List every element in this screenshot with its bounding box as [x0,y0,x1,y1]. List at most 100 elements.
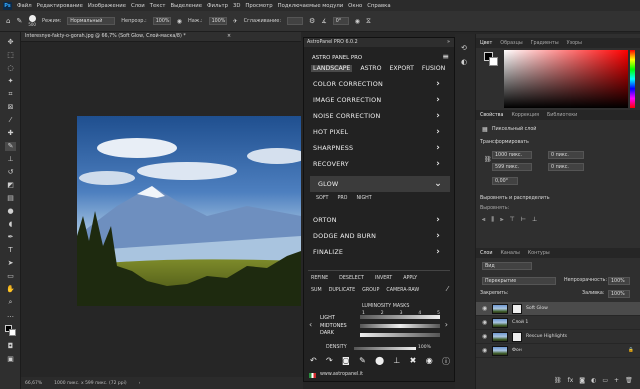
tab-color[interactable]: Цвет [480,41,492,46]
eyedropper-icon[interactable]: ⁄ [447,285,448,293]
dodge-tool-icon[interactable]: ◖ [5,220,16,229]
glow-night-button[interactable]: NIGHT [356,196,371,201]
color-swatches-icon[interactable] [5,325,16,336]
adjustment-layer-icon[interactable]: ◐ [591,377,596,384]
flag-icon[interactable] [309,373,316,378]
tab-export[interactable]: EXPORT [389,65,413,72]
tab-patterns[interactable]: Узоры [567,41,582,46]
menu-hot-pixel[interactable]: HOT PIXEL › [304,124,454,140]
mode-select[interactable]: Нормальный [67,17,116,25]
eye-icon[interactable]: ◉ [482,319,488,326]
marquee-tool-icon[interactable]: ⬚ [5,51,16,60]
trash-icon[interactable]: ✖ [410,356,417,367]
eye-icon[interactable]: ◉ [482,347,488,354]
menu-window[interactable]: Окно [348,3,362,9]
align-top-icon[interactable]: ⊤ [510,216,515,224]
duplicate-button[interactable]: DUPLICATE [329,288,355,293]
tab-libraries[interactable]: Библиотеки [547,113,577,118]
menu-edit[interactable]: Редактирование [37,3,83,9]
mask-num[interactable]: 3 [400,311,403,316]
quick-mask-icon[interactable]: ◘ [5,342,16,351]
tab-fusion[interactable]: FUSION [422,65,445,72]
type-tool-icon[interactable]: T [5,246,16,255]
height-field[interactable]: 599 пикс. [492,163,532,171]
info-icon[interactable]: ⓘ [442,356,450,367]
tab-swatches[interactable]: Образцы [500,41,522,46]
link-icon[interactable]: ⛓ [484,156,492,163]
bg-color-swatch[interactable] [489,57,498,66]
menu-orton[interactable]: ORTON › [304,212,454,228]
y-field[interactable]: 0 пикс. [548,163,584,171]
menu-layers[interactable]: Слои [131,3,145,9]
mask-num[interactable]: 1 [362,311,365,316]
camera-raw-button[interactable]: CAMERA-RAW [386,288,419,293]
home-icon[interactable]: ⌂ [6,17,10,25]
menu-glow[interactable]: GLOW ⌄ [310,176,450,192]
path-select-icon[interactable]: ➤ [5,259,16,268]
move-tool-icon[interactable]: ✥ [5,38,16,47]
menu-help[interactable]: Справка [367,3,390,9]
align-right-icon[interactable]: ⫸ [500,216,503,224]
layer-row[interactable]: ◉ Rescue Highlights [476,330,640,344]
zoom-tool-icon[interactable]: ⌕ [5,298,16,307]
fx-icon[interactable]: fx [568,377,574,384]
tab-channels[interactable]: Каналы [500,251,519,256]
sum-button[interactable]: SUM [311,288,322,293]
tab-astro[interactable]: ASTRO [360,65,381,72]
gear-icon[interactable]: ⚙ [309,17,315,25]
group-button[interactable]: GROUP [362,288,379,293]
document-tab[interactable]: Interesnye-fakty-o-gorah.jpg @ 66,7% (So… [21,32,301,42]
pressure-opacity-icon[interactable]: ◉ [177,18,182,25]
adjust-icon[interactable]: ◐ [461,58,467,66]
history-icon[interactable]: ⟲ [461,44,467,52]
menu-color-correction[interactable]: COLOR CORRECTION › [304,76,454,92]
layer-row[interactable]: ◉ Фон 🔒 [476,344,640,358]
tab-properties[interactable]: Свойства [480,113,503,118]
menu-sharpness[interactable]: SHARPNESS › [304,140,454,156]
brush-tool-icon[interactable]: ✎ [16,17,22,25]
more-tools-icon[interactable]: … [5,311,16,320]
mask-num[interactable]: 5 [437,311,440,316]
chevron-right-icon[interactable]: › [139,381,141,386]
trash-icon[interactable]: 🗑 [625,377,633,384]
tab-layers[interactable]: Слои [480,251,492,256]
menu-select[interactable]: Выделение [170,3,202,9]
website-link[interactable]: www.astropanel.it [320,372,363,377]
close-tab-icon[interactable]: × [227,34,231,39]
healing-tool-icon[interactable]: ✚ [5,129,16,138]
opacity-field[interactable]: 100% [152,17,171,25]
mask-row-dark[interactable] [360,333,440,337]
menu-dodge-burn[interactable]: DODGE AND BURN › [304,228,454,244]
menu-image[interactable]: Изображение [88,3,126,9]
pen-tool-icon[interactable]: ✒ [5,233,16,242]
transform-section[interactable]: Трансформировать [480,140,529,145]
layer-mask-thumbnail[interactable] [512,303,522,314]
glow-pro-button[interactable]: PRO [337,196,347,201]
symmetry-icon[interactable]: ⧖ [366,17,371,26]
crop-tool-icon[interactable]: ⌗ [5,90,16,99]
eye-icon[interactable]: ◉ [482,333,488,340]
tab-landscape[interactable]: LANDSCAPE [311,65,353,72]
mask-row-midtones[interactable] [360,324,440,328]
align-bottom-icon[interactable]: ⊥ [532,216,537,224]
screen-mode-icon[interactable]: ▣ [5,355,16,364]
tab-adjustments[interactable]: Коррекция [511,113,539,118]
layer-row[interactable]: ◉ Soft Glow [476,302,640,316]
color-picker-field[interactable] [504,50,628,108]
angle-field[interactable]: 0,00° [492,177,518,185]
redo-icon[interactable]: ↷ [326,356,333,367]
angle-field[interactable]: 0° [332,17,349,25]
undo-icon[interactable]: ↶ [310,356,317,367]
mask-icon[interactable]: ◙ [342,356,350,367]
hue-slider[interactable] [630,50,635,108]
mask-num[interactable]: 2 [381,311,384,316]
deselect-button[interactable]: DESELECT [339,276,364,281]
paint-icon[interactable]: ⬤ [375,356,384,367]
glow-soft-button[interactable]: SOFT [316,196,328,201]
hand-tool-icon[interactable]: ✋ [5,285,16,294]
menu-noise-correction[interactable]: NOISE CORRECTION › [304,108,454,124]
tab-gradients[interactable]: Градиенты [531,41,559,46]
fill-field[interactable]: 100% [608,290,630,298]
menu-finalize[interactable]: FINALIZE › [304,244,454,260]
airbrush-icon[interactable]: ✈ [233,18,238,25]
